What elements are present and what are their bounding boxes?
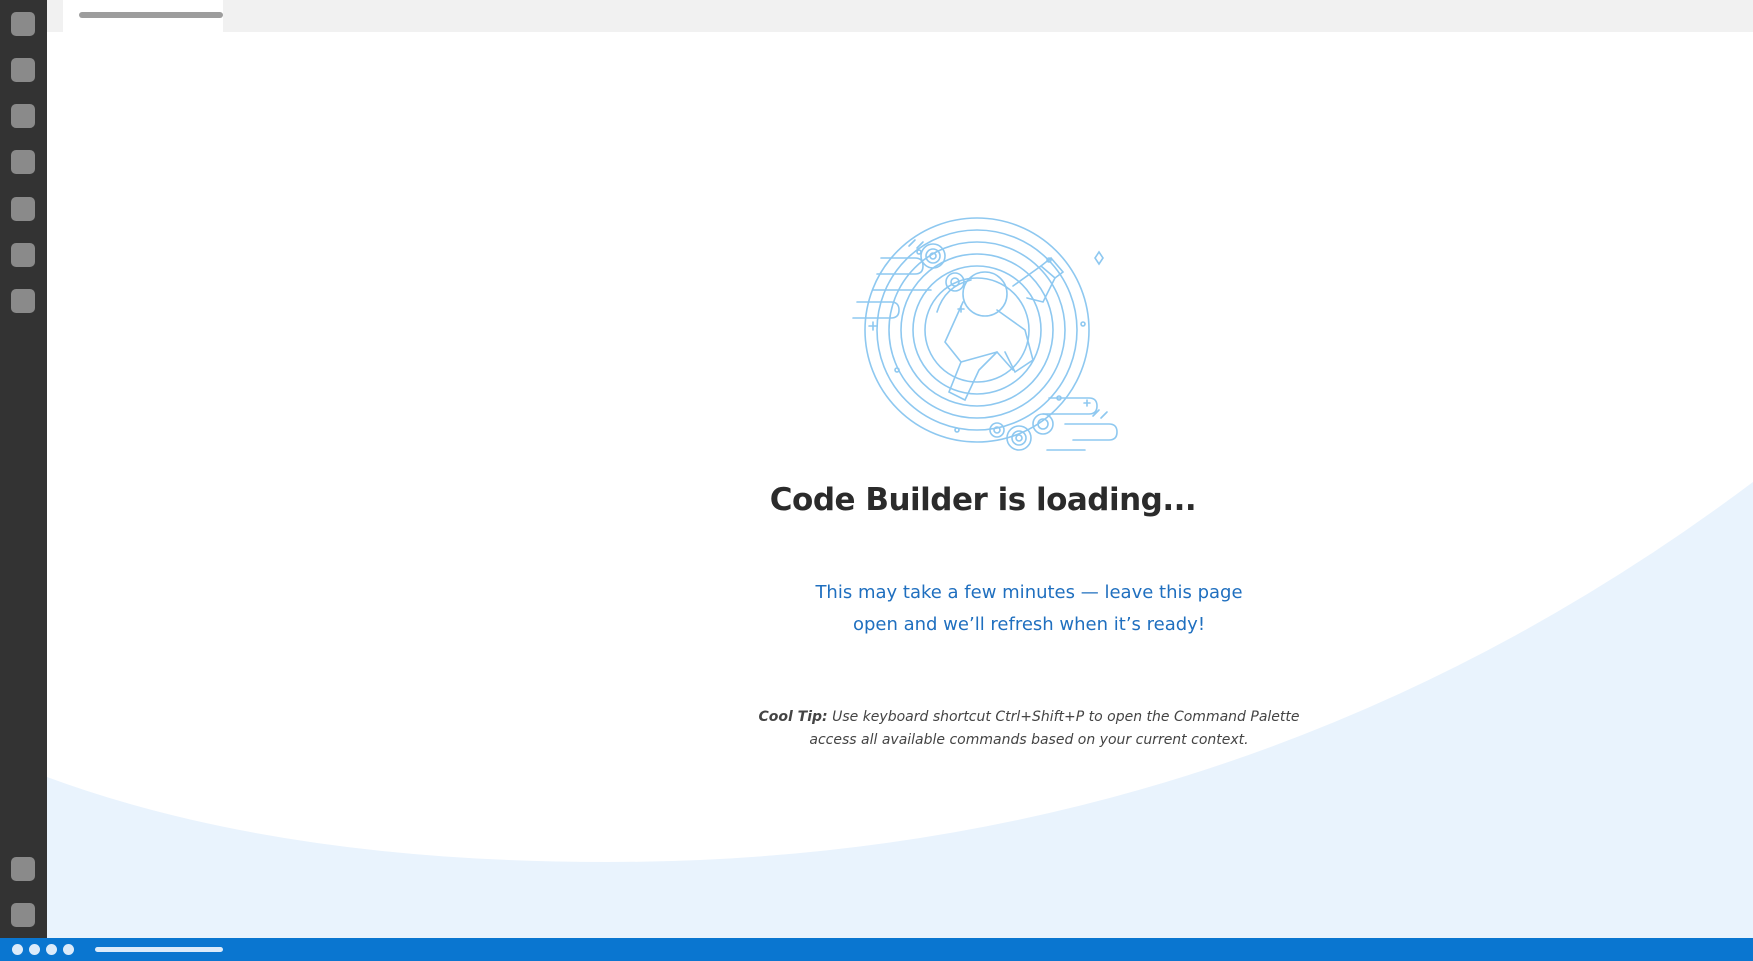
tab-title-placeholder [79,12,223,18]
extensions-icon[interactable] [11,197,35,221]
account-icon[interactable] [11,857,35,881]
search-icon[interactable] [11,58,35,82]
loading-subtitle: This may take a few minutes — leave this… [767,577,1291,641]
loading-subtitle-line-2: open and we’ll refresh when it’s ready! [852,614,1206,635]
astronaut-portal-illustration [852,217,1118,451]
testing-icon[interactable] [11,243,35,267]
loading-page: Code Builder is loading... This may take… [47,32,1753,938]
loading-title: Code Builder is loading... [769,482,1197,518]
status-progress-placeholder [95,947,223,952]
loading-subtitle-line-1: This may take a few minutes — leave this… [815,582,1243,603]
status-indicator-dot [29,944,40,955]
status-bar [0,938,1753,961]
status-indicator-dot [12,944,23,955]
source-control-icon[interactable] [11,104,35,128]
status-indicator-dot [46,944,57,955]
status-indicator-dot [63,944,74,955]
run-debug-icon[interactable] [11,150,35,174]
cool-tip-text: Use keyboard shortcut Ctrl+Shift+P to op… [809,709,1300,748]
loading-content: Code Builder is loading... This may take… [47,32,1753,938]
cool-tip-label: Cool Tip: [758,709,828,725]
explorer-icon[interactable] [11,12,35,36]
cool-tip: Cool Tip: Use keyboard shortcut Ctrl+Shi… [737,706,1321,752]
remote-icon[interactable] [11,289,35,313]
activity-bar [0,0,47,938]
editor-tab[interactable] [63,0,223,32]
editor-tab-strip [47,0,1753,32]
settings-icon[interactable] [11,903,35,927]
